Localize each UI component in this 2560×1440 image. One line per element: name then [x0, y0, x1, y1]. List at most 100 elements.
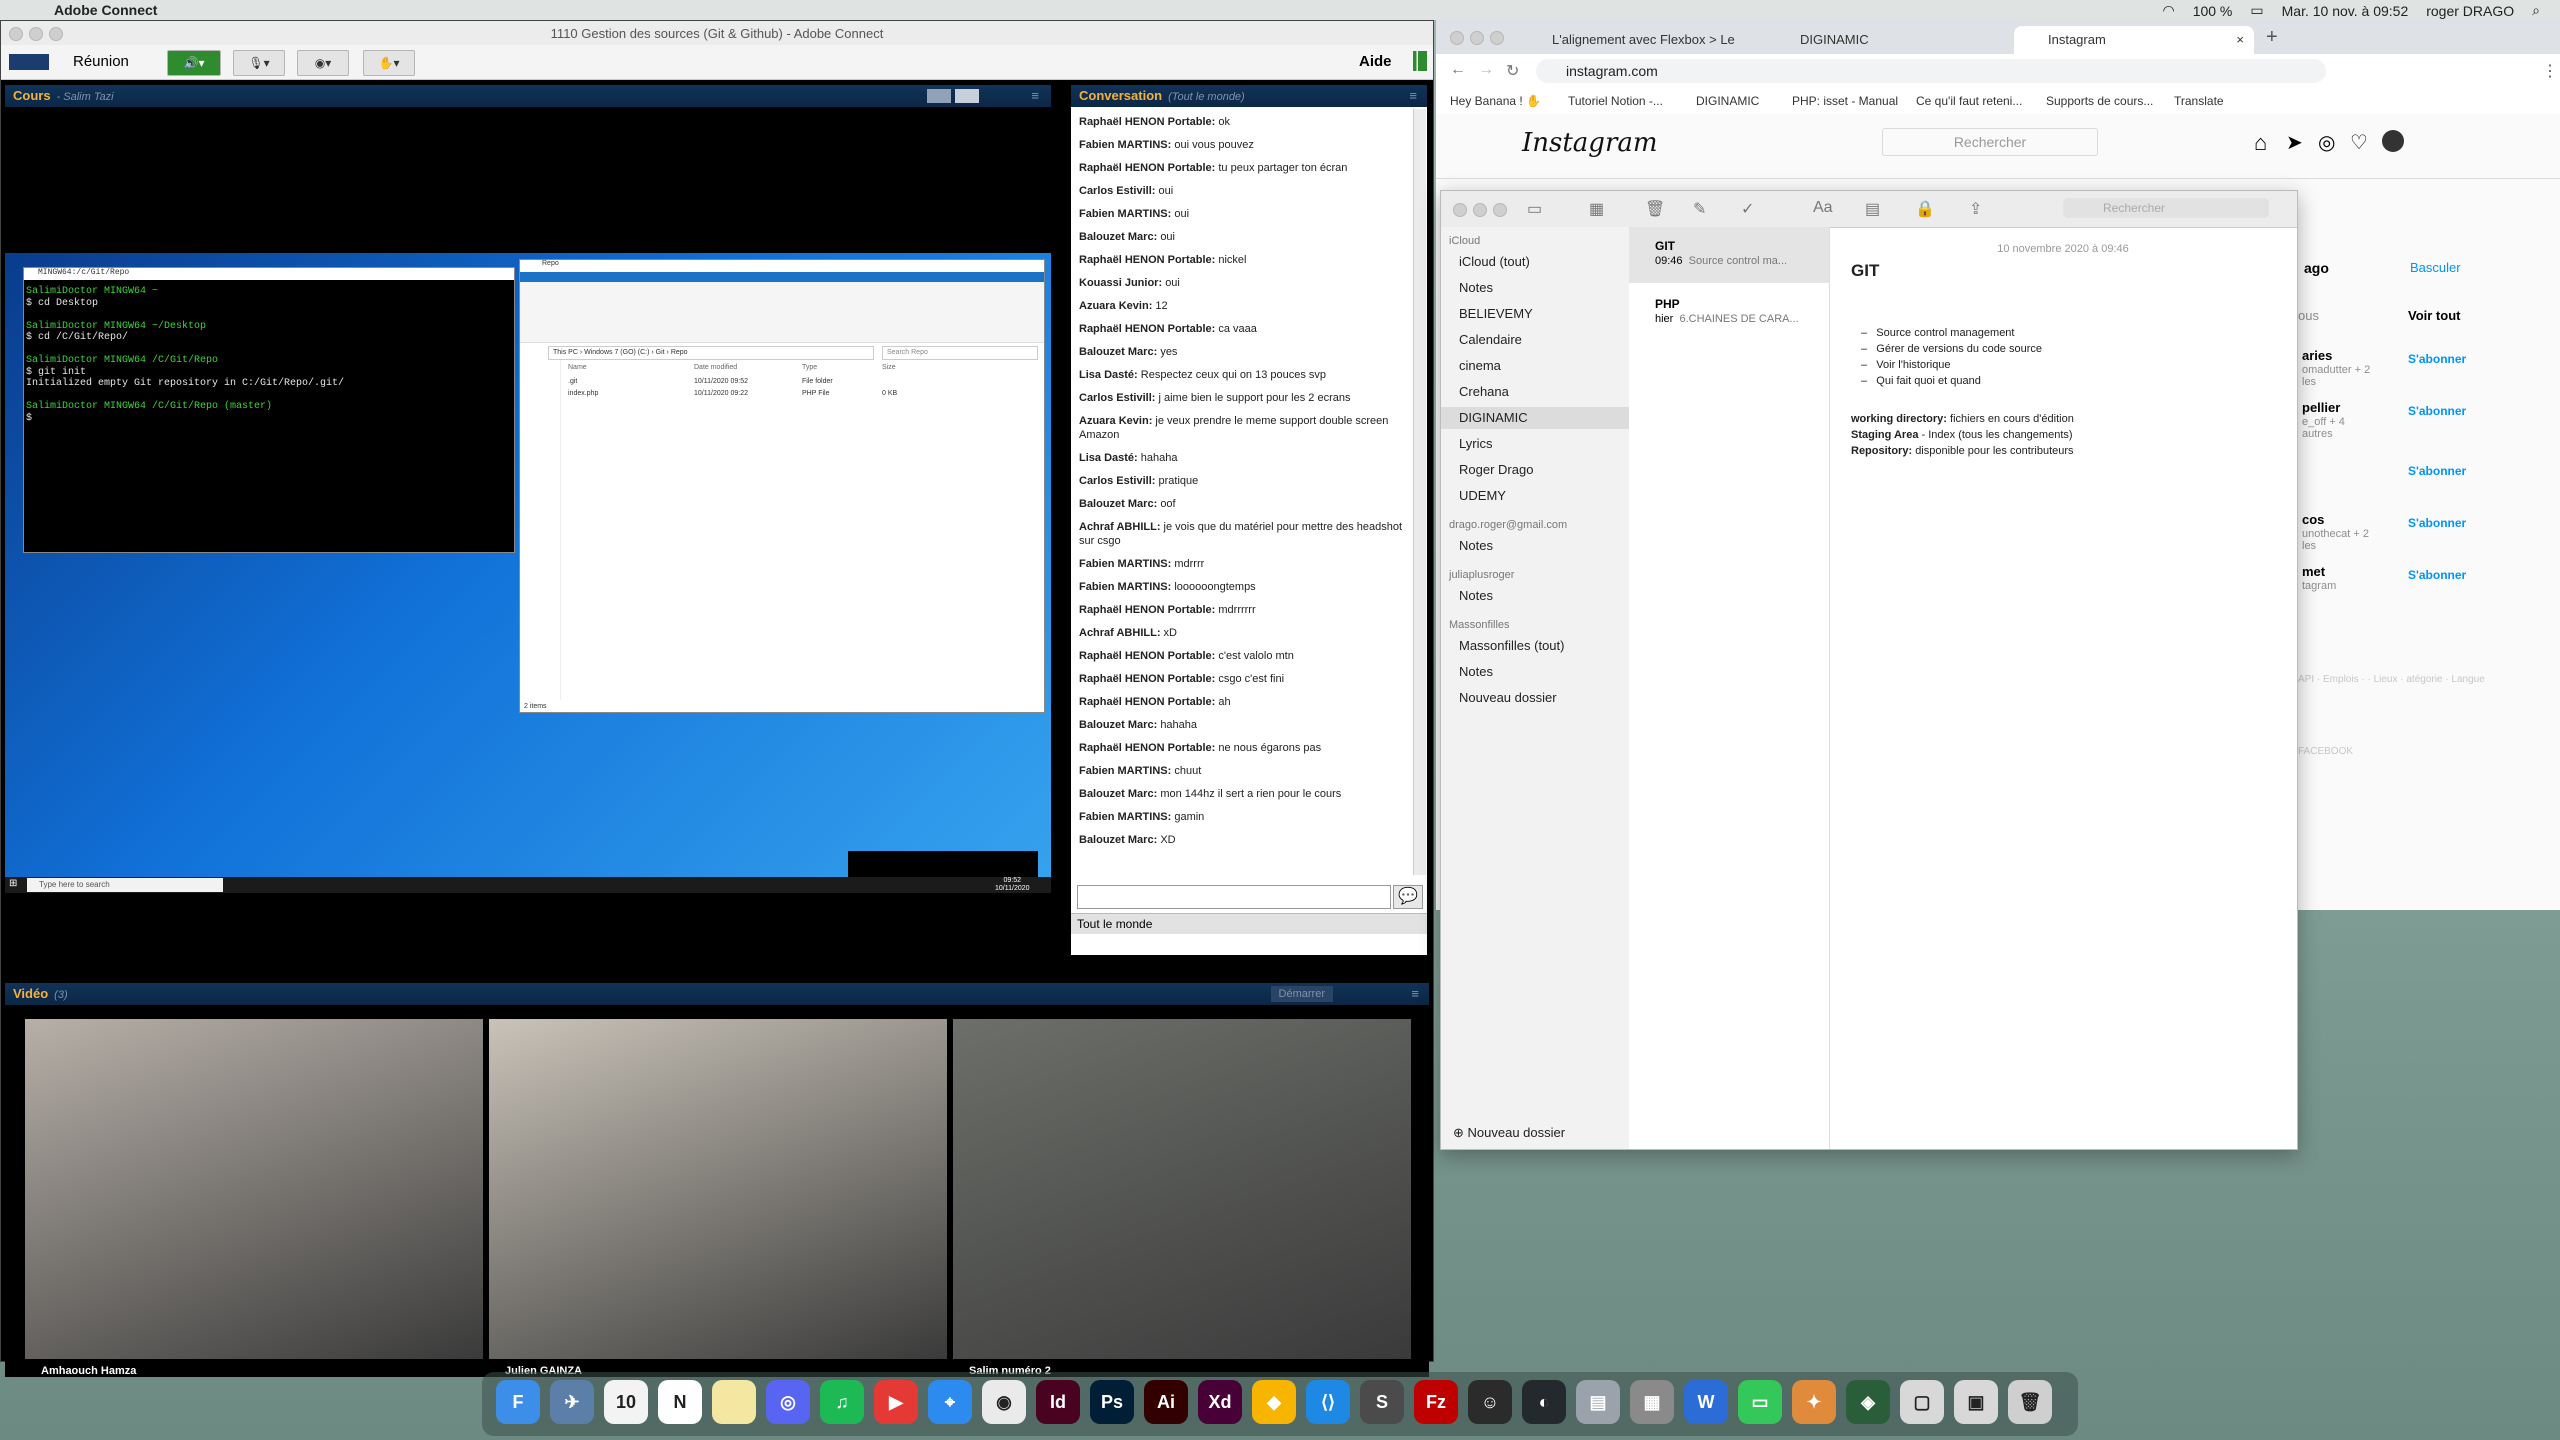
folder-item[interactable]: UDEMY — [1459, 485, 1506, 507]
video-feed[interactable]: Julien GAINZA — [489, 1019, 947, 1377]
checklist-icon[interactable]: ✓ — [1741, 199, 1754, 219]
folder-item[interactable]: BELIEVEMY — [1459, 303, 1533, 325]
dock-app-icon[interactable]: Ai — [1144, 1380, 1188, 1424]
ig-footer-links[interactable]: API · Emplois · · Lieux · atégorie · Lan… — [2298, 674, 2485, 685]
bookmark-item[interactable]: Translate — [2174, 94, 2224, 108]
dock-app-icon[interactable]: ▭ — [1738, 1380, 1782, 1424]
note-editor[interactable]: 10 novembre 2020 à 09:46 GIT – Source co… — [1829, 227, 2297, 1149]
table-row[interactable]: index.php 10/11/2020 09:22 PHP File 0 KB — [564, 390, 1034, 400]
follow-button[interactable]: S'abonner — [2408, 568, 2466, 582]
instagram-search[interactable]: Rechercher — [1882, 128, 2098, 156]
dock-app-icon[interactable]: Xd — [1198, 1380, 1242, 1424]
follow-button[interactable]: S'abonner — [2408, 352, 2466, 366]
close-window-button[interactable] — [1450, 31, 1464, 45]
windows-search-box[interactable]: Type here to search — [27, 878, 223, 892]
browser-tab[interactable]: L'alignement avec Flexbox > Le — [1518, 26, 1758, 54]
dock-app-icon[interactable]: Ps — [1090, 1380, 1134, 1424]
dock-app-icon[interactable]: ◆ — [1252, 1380, 1296, 1424]
fit-mode-icon[interactable] — [955, 89, 979, 103]
dock-app-icon[interactable]: ▢ — [1900, 1380, 1944, 1424]
dock-app-icon[interactable]: ▣ — [1954, 1380, 1998, 1424]
folder-item[interactable]: Lyrics — [1459, 433, 1492, 455]
minimize-window-button[interactable] — [1473, 203, 1487, 217]
dock-app-icon[interactable]: ✈ — [550, 1380, 594, 1424]
reload-icon[interactable]: ↻ — [1506, 61, 1519, 81]
follow-button[interactable]: S'abonner — [2408, 404, 2466, 418]
gallery-view-icon[interactable]: ▦ — [1589, 199, 1604, 219]
explorer-search[interactable]: Search Repo — [882, 346, 1038, 360]
browser-tab-active[interactable]: Instagram × — [2014, 26, 2254, 54]
menubar-datetime[interactable]: Mar. 10 nov. à 09:52 — [2282, 3, 2409, 19]
bookmark-item[interactable]: Hey Banana ! ✋ — [1450, 94, 1541, 108]
column-type[interactable]: Type — [802, 364, 817, 371]
folder-item[interactable]: Notes — [1459, 277, 1493, 299]
chat-input[interactable] — [1077, 885, 1391, 909]
direct-icon[interactable]: ➤ — [2286, 130, 2303, 155]
new-folder-button[interactable]: ⊕ Nouveau dossier — [1453, 1125, 1565, 1141]
dock-app-icon[interactable]: ▦ — [1630, 1380, 1674, 1424]
dock-app-icon[interactable]: S — [1360, 1380, 1404, 1424]
compose-note-icon[interactable]: ✎ — [1693, 199, 1706, 219]
follow-button[interactable]: S'abonner — [2408, 464, 2466, 478]
menubar-user[interactable]: roger DRAGO — [2426, 3, 2514, 19]
folder-item[interactable]: Massonfilles (tout) — [1459, 635, 1564, 657]
pod-menu-icon[interactable]: ≡ — [1409, 85, 1417, 107]
notes-search[interactable]: Rechercher — [2063, 198, 2269, 218]
table-icon[interactable]: ▤ — [1865, 199, 1880, 219]
dock-app-icon[interactable]: Fz — [1414, 1380, 1458, 1424]
bookmark-item[interactable]: Supports de cours... — [2046, 94, 2153, 108]
battery-icon[interactable]: ▭ — [2250, 2, 2263, 19]
folder-item[interactable]: Notes — [1459, 585, 1493, 607]
see-all-link[interactable]: Voir tout — [2408, 308, 2460, 323]
home-icon[interactable]: ⌂ — [2254, 130, 2267, 156]
git-bash-terminal[interactable]: MINGW64:/c/Git/Repo SalimiDoctor MINGW64… — [23, 267, 515, 553]
dock-app-icon[interactable]: F — [496, 1380, 540, 1424]
microphone-button[interactable]: 🎙▾ — [233, 50, 285, 76]
dock-app-icon[interactable]: Id — [1036, 1380, 1080, 1424]
switch-account-link[interactable]: Basculer — [2410, 260, 2461, 275]
folder-item[interactable]: Nouveau dossier — [1459, 687, 1557, 709]
follow-button[interactable]: S'abonner — [2408, 516, 2466, 530]
back-icon[interactable]: ← — [1450, 61, 1466, 79]
new-tab-icon[interactable]: + — [2266, 26, 2278, 49]
chat-scrollbar[interactable] — [1413, 109, 1426, 875]
view-mode-icon[interactable] — [927, 89, 951, 103]
dock-app-icon[interactable]: 10 — [604, 1380, 648, 1424]
menu-aide[interactable]: Aide — [1359, 53, 1392, 70]
url-bar[interactable]: instagram.com — [1536, 59, 2326, 83]
dock-app-icon[interactable]: ▶ — [874, 1380, 918, 1424]
dock-app-icon[interactable]: W — [1684, 1380, 1728, 1424]
lock-icon[interactable]: 🔒 — [1915, 199, 1935, 219]
share-icon[interactable]: ⇪ — [1969, 199, 1982, 219]
chrome-menu-icon[interactable]: ⋮ — [2542, 61, 2558, 81]
dock-app-icon[interactable]: ◎ — [766, 1380, 810, 1424]
dock-app-icon[interactable]: ▤ — [1576, 1380, 1620, 1424]
start-webcam-button[interactable]: Démarrer — [1270, 986, 1333, 1002]
instagram-logo[interactable]: Instagram — [1522, 128, 1658, 158]
pod-menu-icon[interactable]: ≡ — [1411, 983, 1419, 1005]
dock-app-icon[interactable]: 🗑 — [2008, 1380, 2052, 1424]
minimize-window-button[interactable] — [1470, 31, 1484, 45]
folder-item[interactable]: cinema — [1459, 355, 1501, 377]
dock-app-icon[interactable]: ◉ — [982, 1380, 1026, 1424]
close-window-button[interactable] — [1453, 203, 1467, 217]
format-text-icon[interactable]: Aa — [1813, 199, 1833, 217]
folder-item[interactable]: Notes — [1459, 535, 1493, 557]
explorer-address-bar[interactable]: This PC › Windows 7 (GO) (C:) › Git › Re… — [548, 346, 874, 360]
activity-heart-icon[interactable]: ♡ — [2350, 130, 2368, 155]
sidebar-toggle-icon[interactable]: ▭ — [1527, 199, 1542, 219]
dock-app-icon[interactable]: ⌖ — [928, 1380, 972, 1424]
zoom-window-button[interactable] — [1493, 203, 1507, 217]
video-feed[interactable]: Salim numéro 2 — [953, 1019, 1411, 1377]
folder-item[interactable]: Crehana — [1459, 381, 1509, 403]
dock-app-icon[interactable]: ☺ — [1468, 1380, 1512, 1424]
raise-hand-button[interactable]: ✋▾ — [363, 50, 415, 76]
menu-reunion[interactable]: Réunion — [73, 53, 129, 70]
spotlight-icon[interactable]: ⌕ — [2532, 2, 2540, 19]
speaker-button[interactable]: 🔊▾ — [167, 50, 221, 76]
video-feed[interactable]: Amhaouch Hamza — [25, 1019, 483, 1377]
explore-icon[interactable]: ◎ — [2318, 130, 2335, 155]
folder-item[interactable]: DIGINAMIC — [1441, 407, 1629, 429]
note-list-item[interactable]: GIT 09:46 Source control ma... — [1629, 227, 1829, 283]
bookmark-item[interactable]: Ce qu'il faut reteni... — [1916, 94, 2022, 108]
